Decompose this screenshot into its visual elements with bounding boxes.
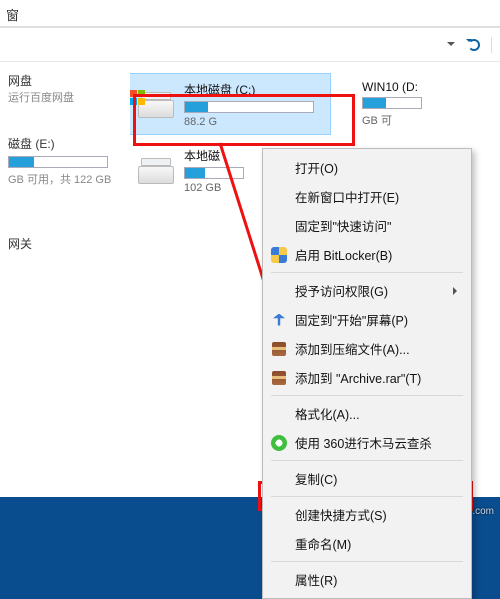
drive-c-usage-bar [184, 101, 314, 113]
sidebar-netdisk-label: 网盘 [8, 74, 32, 88]
search-chevron-icon[interactable] [447, 40, 457, 50]
menu-pin-start[interactable]: 固定到"开始"屏幕(P) [265, 305, 469, 334]
drive-local2[interactable]: 本地磁 102 GB [130, 140, 260, 200]
sidebar-network-label: 网关 [8, 237, 32, 251]
menu-enable-bitlocker[interactable]: 启用 BitLocker(B) [265, 240, 469, 269]
menu-separator [271, 395, 463, 396]
drive-local2-stat: 102 GB [184, 182, 244, 194]
toolbar-row [0, 28, 500, 62]
rar-icon [271, 370, 287, 386]
menu-open-new-window[interactable]: 在新窗口中打开(E) [265, 182, 469, 211]
sidebar-drive-e-label: 磁盘 (E:) [8, 137, 55, 151]
sidebar-netdisk-sub: 运行百度网盘 [8, 92, 74, 104]
rar-icon [271, 341, 287, 357]
drive-icon [138, 156, 174, 184]
menu-open[interactable]: 打开(O) [265, 153, 469, 182]
sidebar-drive-e-stat: GB 可用，共 122 GB [8, 174, 111, 186]
menu-rename[interactable]: 重命名(M) [265, 529, 469, 558]
drive-win10-stat: GB 可 [362, 112, 422, 128]
sidebar-drive-e-bar [8, 156, 108, 168]
menu-copy[interactable]: 复制(C) [265, 464, 469, 493]
shield-icon [271, 247, 287, 263]
menu-format[interactable]: 格式化(A)... [265, 399, 469, 428]
menu-separator [271, 272, 463, 273]
titlebar: 窗 [0, 0, 500, 27]
drive-local2-label: 本地磁 [184, 147, 244, 164]
drive-c-stat: 88.2 G [184, 116, 314, 128]
menu-add-to-archive[interactable]: 添加到压缩文件(A)... [265, 334, 469, 363]
nav-pane: 网盘 运行百度网盘 磁盘 (E:) GB 可用，共 122 GB 网关 [0, 62, 130, 262]
separator [491, 37, 492, 53]
menu-add-to-archive-rar[interactable]: 添加到 "Archive.rar"(T) [265, 363, 469, 392]
360-icon [271, 435, 287, 451]
drive-local2-usage-bar [184, 167, 244, 179]
drive-win10[interactable]: WIN10 (D: GB 可 [354, 74, 444, 134]
menu-pin-quick-access[interactable]: 固定到"快速访问" [265, 211, 469, 240]
sidebar-item-network[interactable]: 网关 [8, 231, 122, 256]
drive-c[interactable]: 本地磁盘 (C:) 88.2 G [130, 74, 330, 134]
sidebar-item-drive-e[interactable]: 磁盘 (E:) GB 可用，共 122 GB [8, 131, 122, 191]
drive-win10-usage-bar [362, 97, 422, 109]
drive-icon-windows [138, 90, 174, 118]
menu-360-scan[interactable]: 使用 360进行木马云查杀 [265, 428, 469, 457]
menu-properties[interactable]: 属性(R) [265, 565, 469, 594]
menu-separator [271, 496, 463, 497]
pin-icon [271, 312, 287, 328]
drive-win10-label: WIN10 (D: [362, 80, 422, 94]
refresh-icon[interactable] [467, 38, 481, 52]
drive-c-label: 本地磁盘 (C:) [184, 81, 314, 98]
menu-separator [271, 460, 463, 461]
menu-grant-access[interactable]: 授予访问权限(G) [265, 276, 469, 305]
sidebar-item-netdisk[interactable]: 网盘 运行百度网盘 [8, 68, 122, 109]
context-menu: 打开(O) 在新窗口中打开(E) 固定到"快速访问" 启用 BitLocker(… [262, 148, 472, 599]
menu-separator [271, 561, 463, 562]
window-title-fragment: 窗 [6, 5, 19, 24]
